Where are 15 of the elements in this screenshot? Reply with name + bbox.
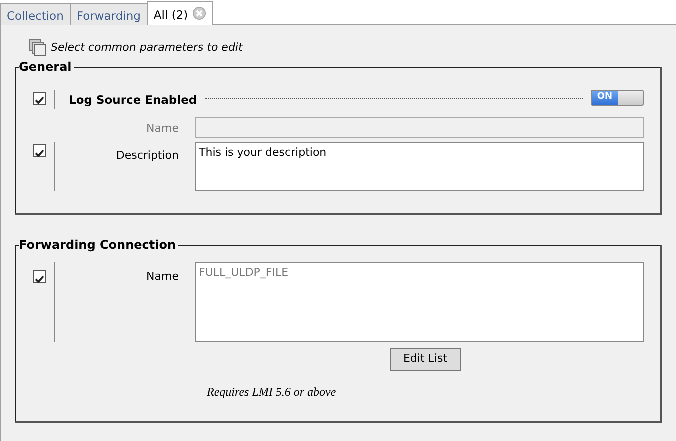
hint-text: Select common parameters to edit <box>51 40 243 56</box>
field-label: Log Source Enabled <box>68 92 198 109</box>
text-area[interactable]: This is your description <box>195 142 644 192</box>
stacked-pages-icon <box>29 39 47 57</box>
toggle-switch[interactable]: ON <box>591 90 644 106</box>
tab[interactable]: Forwarding <box>70 3 148 25</box>
tab[interactable]: All (2) <box>146 1 214 25</box>
group-title: Forwarding Connection <box>19 237 178 254</box>
field-label: Name <box>146 121 180 138</box>
field-label: Description <box>115 148 180 164</box>
requirement-note: Requires LMI 5.6 or above <box>207 384 336 399</box>
checkbox[interactable] <box>33 92 46 105</box>
field-label: Name <box>146 269 180 286</box>
tab[interactable]: Collection <box>0 3 71 25</box>
checkbox[interactable] <box>33 144 46 158</box>
